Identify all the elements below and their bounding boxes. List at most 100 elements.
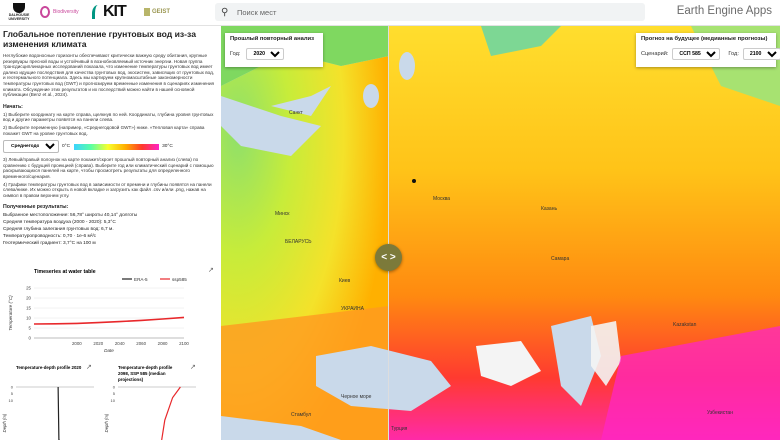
dalhousie-logo[interactable]: DALHOUSIE UNIVERSITY bbox=[4, 2, 34, 22]
y-tick-label: 20 bbox=[26, 296, 31, 301]
step-2: 2) Выберите переменную (например, «Средн… bbox=[3, 124, 205, 136]
place-label: БЕЛАРУСЬ bbox=[285, 239, 312, 245]
gwt-variable-select[interactable]: Среднегодовой GWT bbox=[3, 140, 59, 154]
future-year-label: Год: bbox=[728, 51, 739, 57]
x-tick-label: 2100 bbox=[179, 341, 189, 346]
geist-logo[interactable]: GEIST bbox=[144, 2, 184, 22]
start-heading: Начать: bbox=[3, 103, 23, 110]
place-label: Черное море bbox=[341, 394, 372, 400]
kit-logo[interactable]: KIT bbox=[92, 2, 137, 22]
result-air-temp: Средняя температура воздуха (2000 - 2020… bbox=[3, 220, 116, 226]
place-label: УКРАИНА bbox=[341, 306, 364, 312]
x-axis-label: Date bbox=[104, 348, 114, 353]
past-year-select[interactable]: 2020 bbox=[246, 48, 285, 60]
y-tick-label: 0 bbox=[11, 385, 14, 390]
result-location: Выбранное местоположение: 56,78° широты … bbox=[3, 213, 138, 219]
x-tick-label: 2000 bbox=[72, 341, 82, 346]
past-reanalysis-title: Прошлый повторный анализ bbox=[230, 36, 314, 42]
future-controls-row: Сценарий: ССП 585 Год: 2100 bbox=[641, 48, 780, 60]
x-tick-label: 2040 bbox=[115, 341, 125, 346]
kit-logo-text: KIT bbox=[103, 3, 127, 20]
chart-title: projections) bbox=[118, 377, 144, 382]
swipe-handle[interactable]: < > bbox=[375, 244, 402, 271]
legend-label: ERA-5 bbox=[134, 277, 148, 282]
panel-title: Глобальное потепление грунтовых вод из-з… bbox=[3, 29, 196, 49]
result-diffusivity: Температуропроводность: 0,70 · 1e-6 м²/с bbox=[3, 234, 97, 240]
depth-profile-svg: Temperature-depth profile2098, SSP 585 (… bbox=[104, 365, 196, 440]
selected-location-marker[interactable] bbox=[412, 179, 416, 183]
x-tick-label: 2060 bbox=[136, 341, 146, 346]
y-tick-label: 0 bbox=[113, 385, 116, 390]
profile-line bbox=[57, 386, 60, 440]
place-label: Минск bbox=[275, 211, 290, 217]
open-new-tab-icon[interactable]: ↗ bbox=[190, 363, 196, 371]
map-view[interactable]: Санкт Минск БЕЛАРУСЬ Киев УКРАИНА Москва… bbox=[221, 26, 780, 440]
place-label: Санкт bbox=[289, 110, 303, 116]
place-label: Турция bbox=[391, 426, 408, 432]
depth-profile-svg: Temperature-depth profile 2020 05 10 Depth … bbox=[2, 365, 94, 440]
chart-title: 2098, SSP 585 (median bbox=[118, 371, 166, 376]
app-window: DALHOUSIE UNIVERSITY Biodiversity KIT GE… bbox=[0, 0, 780, 440]
place-label: Самара bbox=[551, 256, 570, 262]
past-year-label: Год: bbox=[230, 51, 241, 57]
kit-swoosh-icon bbox=[92, 5, 102, 19]
past-reanalysis-card: Прошлый повторный анализ Год: 2020 bbox=[225, 33, 323, 67]
biodiversity-logo[interactable]: Biodiversity bbox=[40, 2, 86, 22]
x-tick-label: 2020 bbox=[93, 341, 103, 346]
x-tick-label: 2080 bbox=[158, 341, 168, 346]
place-label: Москва bbox=[433, 196, 451, 202]
place-label: Казань bbox=[541, 206, 558, 212]
legend-min: 0°C bbox=[62, 144, 71, 150]
step-3: 3) Левый/правый полоунок на карте покаже… bbox=[3, 157, 214, 179]
result-gradient: Геотермический градиент: 3,7°C на 100 м bbox=[3, 241, 96, 247]
swipe-arrows-icon: < > bbox=[381, 252, 396, 263]
geist-box-icon bbox=[144, 8, 150, 16]
scenario-select[interactable]: ССП 585 bbox=[672, 48, 721, 60]
chart-title: Temperature-depth profile 2020 bbox=[16, 365, 82, 370]
legend-label: ssp585 bbox=[172, 277, 187, 282]
future-year-select[interactable]: 2100 bbox=[742, 48, 780, 60]
timeseries-svg: Timeseries at water table ERA-5 ssp585 0 5 10… bbox=[8, 269, 189, 353]
dalhousie-shield-icon bbox=[13, 3, 25, 13]
y-axis-label: Depth (m) bbox=[104, 413, 109, 432]
place-label: Kazakstan bbox=[673, 322, 697, 328]
future-projection-card: Прогноз на будущее (медианные прогнозы) … bbox=[636, 33, 780, 67]
app-brand: Earth Engine Apps bbox=[676, 5, 772, 17]
search-icon[interactable]: ⚲ bbox=[221, 7, 237, 18]
step-4: 4) Графики температуры грунтовых вод в з… bbox=[3, 181, 212, 198]
place-label: Стамбул bbox=[291, 412, 312, 418]
y-tick-label: 15 bbox=[26, 306, 31, 311]
place-label: Киев bbox=[339, 278, 351, 284]
depth-profile-2020: Temperature-depth profile 2020 0 5 10 Depth … bbox=[2, 363, 102, 440]
y-tick-label: 5 bbox=[113, 391, 116, 396]
heatmap-layer bbox=[221, 26, 780, 440]
profile-line bbox=[161, 386, 181, 440]
y-tick-label: 10 bbox=[26, 316, 31, 321]
y-tick-label: 25 bbox=[26, 286, 31, 291]
depth-profile-2098: Temperature-depth profile 2098, SSP 585 (… bbox=[104, 363, 204, 440]
search-input[interactable] bbox=[237, 7, 617, 17]
swipe-divider[interactable] bbox=[388, 26, 389, 440]
y-tick-label: 10 bbox=[9, 398, 14, 403]
dalhousie-logo-text: DALHOUSIE UNIVERSITY bbox=[8, 13, 30, 21]
y-tick-label: 5 bbox=[11, 391, 14, 396]
geist-logo-text: GEIST bbox=[152, 9, 171, 15]
y-tick-label: 5 bbox=[29, 326, 32, 331]
y-axis-label: Depth (m) bbox=[2, 413, 7, 432]
result-depth: Средняя глубина залегания грунтовых вод:… bbox=[3, 227, 114, 233]
biodiversity-logo-text: Biodiversity bbox=[53, 9, 79, 15]
results-heading: Полученные результаты: bbox=[3, 204, 69, 211]
biodiversity-mark-icon bbox=[40, 6, 50, 18]
search-bar[interactable]: ⚲ bbox=[215, 3, 645, 21]
color-ramp bbox=[74, 143, 160, 150]
open-new-tab-icon[interactable]: ↗ bbox=[86, 363, 92, 371]
open-new-tab-icon[interactable]: ↗ bbox=[208, 266, 214, 274]
top-bar: DALHOUSIE UNIVERSITY Biodiversity KIT GE… bbox=[0, 0, 780, 26]
future-projection-title: Прогноз на будущее (медианные прогнозы) bbox=[641, 36, 768, 42]
y-axis-label: Temperature (°C) bbox=[8, 295, 13, 331]
place-label: Узбекистан bbox=[707, 410, 733, 416]
side-panel: Глобальное потепление грунтовых вод из-з… bbox=[0, 26, 221, 440]
chart-title: Timeseries at water table bbox=[34, 269, 96, 275]
intro-text: Неглубокие водоносные горизонты обеспечи… bbox=[3, 53, 215, 98]
chart-title: Temperature-depth profile bbox=[118, 365, 173, 370]
